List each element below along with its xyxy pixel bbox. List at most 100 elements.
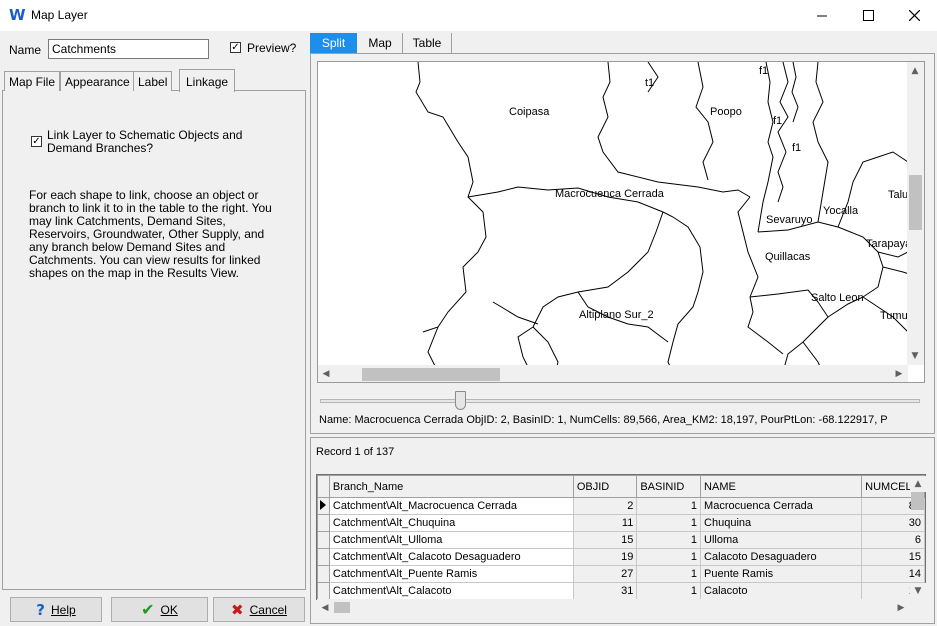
name-cell: Ulloma (700, 531, 863, 549)
grid-scroll-left-icon[interactable]: ◀ (317, 600, 333, 616)
objid-cell: 27 (572, 565, 638, 583)
map-label-quillacas: Quillacas (765, 251, 811, 263)
table-row[interactable]: Catchment\Alt_Chuquina 11 1 Chuquina 30 (317, 514, 925, 532)
grid-vertical-scroll-thumb[interactable] (911, 492, 924, 510)
grid-scroll-up-icon[interactable]: ▲ (910, 476, 926, 492)
app-logo-icon: W (9, 6, 26, 24)
tab-appearance[interactable]: Appearance (60, 71, 135, 91)
linkage-help-text: For each shape to link, choose an object… (29, 188, 272, 280)
title-bar (0, 0, 937, 31)
attribute-grid[interactable]: Branch_Name OBJID BASINID NAME NUMCEL Ca… (316, 474, 926, 600)
map-label-altiplano-sur-2: Altiplano Sur_2 (579, 309, 654, 321)
table-header-row: Branch_Name OBJID BASINID NAME NUMCEL (317, 475, 925, 498)
grid-horizontal-scroll-thumb[interactable] (334, 602, 350, 613)
checkmark-icon: ✔ (141, 600, 155, 619)
branch-cell[interactable]: Catchment\Alt_Calacoto Desaguadero (328, 548, 574, 566)
map-label-f1: f1 (792, 142, 802, 154)
grid-scroll-down-icon[interactable]: ▼ (910, 583, 926, 599)
map-label-f1: f1 (773, 115, 783, 127)
catchment-polygons (415, 62, 924, 382)
close-icon[interactable] (891, 0, 937, 31)
row-indicator (317, 582, 330, 599)
branch-cell[interactable]: Catchment\Alt_Calacoto (328, 582, 574, 599)
cancel-button[interactable]: ✖ Cancel (213, 597, 305, 622)
tab-table[interactable]: Table (403, 33, 452, 53)
map-label-f1: f1 (759, 65, 769, 77)
map-label-tumu: Tumu (880, 310, 908, 322)
ok-button-label: OK (160, 602, 178, 617)
objid-cell: 15 (572, 531, 638, 549)
tab-linkage[interactable]: Linkage (179, 69, 236, 92)
cancel-button-label: Cancel (249, 602, 287, 617)
map-vertical-scroll-thumb[interactable] (909, 175, 922, 230)
scroll-up-icon[interactable]: ▲ (907, 63, 923, 79)
tab-map[interactable]: Map (358, 33, 403, 53)
tab-split[interactable]: Split (310, 33, 357, 53)
name-cell: Puente Ramis (700, 565, 863, 583)
name-input[interactable]: Catchments (48, 39, 209, 59)
split-slider-track (320, 399, 920, 403)
map-horizontal-scroll-thumb[interactable] (362, 368, 500, 381)
map-label-salto-leon: Salto Leon (811, 292, 864, 304)
map-label-macrocuenca-cerrada: Macrocuenca Cerrada (555, 188, 664, 200)
map-label-coipasa: Coipasa (509, 106, 550, 118)
scroll-left-icon[interactable]: ◀ (318, 366, 334, 382)
map-view[interactable]: Coipasa t1 Poopo f1 Macrocuenca Cerrada … (317, 61, 925, 383)
objid-cell: 19 (572, 548, 638, 566)
record-counter: Record 1 of 137 (316, 446, 395, 458)
basinid-cell: 1 (636, 548, 702, 566)
table-row[interactable]: Catchment\Alt_Ulloma 15 1 Ulloma 6 (317, 531, 925, 549)
grid-horizontal-scrollbar[interactable] (317, 599, 926, 616)
column-header[interactable]: BASINID (636, 475, 702, 498)
basinid-cell: 1 (636, 565, 702, 583)
basinid-cell: 1 (636, 514, 702, 532)
map-label-poopo: Poopo (710, 106, 742, 118)
basinid-cell: 1 (636, 582, 702, 599)
current-row-indicator-icon (317, 497, 330, 515)
grid-scroll-right-icon[interactable]: ▶ (893, 600, 909, 616)
table-row[interactable]: Catchment\Alt_Calacoto 31 1 Calacoto 18 (317, 582, 925, 599)
table-row[interactable]: Catchment\Alt_Calacoto Desaguadero 19 1 … (317, 548, 925, 566)
row-indicator (317, 531, 330, 549)
objid-cell: 11 (572, 514, 638, 532)
basinid-cell: 1 (636, 531, 702, 549)
name-cell: Calacoto (700, 582, 863, 599)
numcells-cell: 6 (861, 531, 925, 549)
minimize-icon[interactable] (799, 0, 845, 31)
branch-cell[interactable]: Catchment\Alt_Puente Ramis (328, 565, 574, 583)
branch-cell[interactable]: Catchment\Alt_Chuquina (328, 514, 574, 532)
scroll-down-icon[interactable]: ▼ (907, 348, 923, 364)
numcells-cell: 30 (861, 514, 925, 532)
table-row[interactable]: Catchment\Alt_Puente Ramis 27 1 Puente R… (317, 565, 925, 583)
branch-cell[interactable]: Catchment\Alt_Macrocuenca Cerrada (328, 497, 574, 515)
tab-map-file[interactable]: Map File (4, 71, 61, 91)
preview-label: Preview? (247, 41, 297, 55)
shape-info-line: Name: Macrocuenca Cerrada ObjID: 2, Basi… (319, 414, 888, 426)
row-indicator (317, 548, 330, 566)
cancel-icon: ✖ (231, 600, 244, 619)
maximize-icon[interactable] (845, 0, 891, 31)
objid-cell: 2 (572, 497, 638, 515)
column-header[interactable]: NAME (700, 475, 863, 498)
table-row[interactable]: Catchment\Alt_Macrocuenca Cerrada 2 1 Ma… (317, 497, 925, 515)
map-label-t1: t1 (645, 77, 655, 89)
split-slider-thumb[interactable] (455, 391, 466, 410)
map-label-yocalla: Yocalla (823, 205, 859, 217)
help-button[interactable]: ? Help (10, 597, 102, 622)
branch-cell[interactable]: Catchment\Alt_Ulloma (328, 531, 574, 549)
map-label-tarapaya: Tarapaya (866, 238, 912, 250)
objid-cell: 31 (572, 582, 638, 599)
preview-checkbox[interactable]: ✓ (230, 42, 241, 53)
column-header[interactable]: OBJID (572, 475, 638, 498)
link-layer-checkbox[interactable]: ✓ (31, 136, 42, 147)
linkage-tab-page (2, 90, 306, 590)
link-layer-label: Link Layer to Schematic Objects and Dema… (47, 128, 243, 155)
ok-button[interactable]: ✔ OK (111, 597, 208, 622)
map-label-sevaruyo: Sevaruyo (766, 214, 813, 226)
name-cell: Macrocuenca Cerrada (700, 497, 863, 515)
tab-label[interactable]: Label (133, 71, 173, 91)
scroll-right-icon[interactable]: ▶ (891, 366, 907, 382)
window-title: Map Layer (31, 8, 88, 22)
column-header[interactable]: Branch_Name (328, 475, 574, 498)
help-button-label: Help (51, 602, 76, 617)
